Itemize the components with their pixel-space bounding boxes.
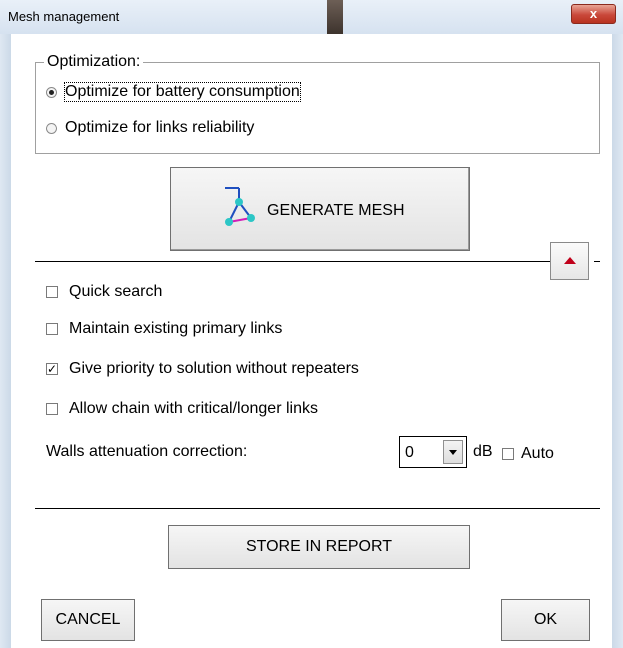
generate-mesh-label: GENERATE MESH xyxy=(267,202,405,219)
background-window-strip xyxy=(327,0,343,34)
radio-label-battery: Optimize for battery consumption xyxy=(64,82,301,102)
option-priority-no-repeaters[interactable]: ✓ Give priority to solution without repe… xyxy=(46,360,359,378)
radio-label-reliability: Optimize for links reliability xyxy=(65,119,255,136)
radio-button[interactable] xyxy=(46,122,57,134)
walls-attenuation-label: Walls attenuation correction: xyxy=(46,443,248,460)
separator-line-end xyxy=(594,261,600,262)
auto-option[interactable]: Auto xyxy=(502,445,554,463)
checkbox-checked[interactable]: ✓ xyxy=(46,363,58,375)
checkbox[interactable] xyxy=(46,286,58,298)
chevron-down-icon[interactable] xyxy=(443,440,463,464)
checkbox[interactable] xyxy=(46,403,58,415)
walls-attenuation-value: 0 xyxy=(405,444,414,461)
option-label: Allow chain with critical/longer links xyxy=(69,400,318,417)
window-frame-left xyxy=(0,34,11,648)
store-in-report-button[interactable]: STORE IN REPORT xyxy=(168,525,470,569)
window-frame-right xyxy=(612,34,623,648)
radio-optimize-battery[interactable]: Optimize for battery consumption xyxy=(46,82,301,102)
cancel-button[interactable]: CANCEL xyxy=(41,599,135,641)
optimization-group xyxy=(35,62,600,154)
option-quick-search[interactable]: Quick search xyxy=(46,283,162,301)
auto-label: Auto xyxy=(521,445,554,462)
auto-checkbox[interactable] xyxy=(502,448,514,460)
generate-mesh-button[interactable]: GENERATE MESH xyxy=(170,167,470,251)
walls-attenuation-select[interactable]: 0 xyxy=(399,436,467,468)
window-title: Mesh management xyxy=(8,9,120,24)
db-unit-label: dB xyxy=(473,443,493,460)
option-maintain-links[interactable]: Maintain existing primary links xyxy=(46,320,282,338)
option-allow-chain[interactable]: Allow chain with critical/longer links xyxy=(46,400,318,418)
collapse-button[interactable] xyxy=(550,242,589,280)
mesh-triangle-icon xyxy=(225,187,255,226)
bottom-separator-line xyxy=(35,508,600,509)
radio-button-selected[interactable] xyxy=(46,86,57,98)
option-label: Quick search xyxy=(69,283,163,300)
optimization-legend: Optimization: xyxy=(44,53,144,71)
radio-optimize-reliability[interactable]: Optimize for links reliability xyxy=(46,119,254,137)
option-label: Maintain existing primary links xyxy=(69,320,283,337)
checkbox[interactable] xyxy=(46,323,58,335)
collapse-up-icon xyxy=(564,257,576,264)
title-bar: Mesh management x xyxy=(0,0,623,34)
close-button[interactable]: x xyxy=(571,4,616,24)
option-label: Give priority to solution without repeat… xyxy=(69,360,359,377)
ok-button[interactable]: OK xyxy=(501,599,590,641)
separator-line xyxy=(35,261,550,262)
